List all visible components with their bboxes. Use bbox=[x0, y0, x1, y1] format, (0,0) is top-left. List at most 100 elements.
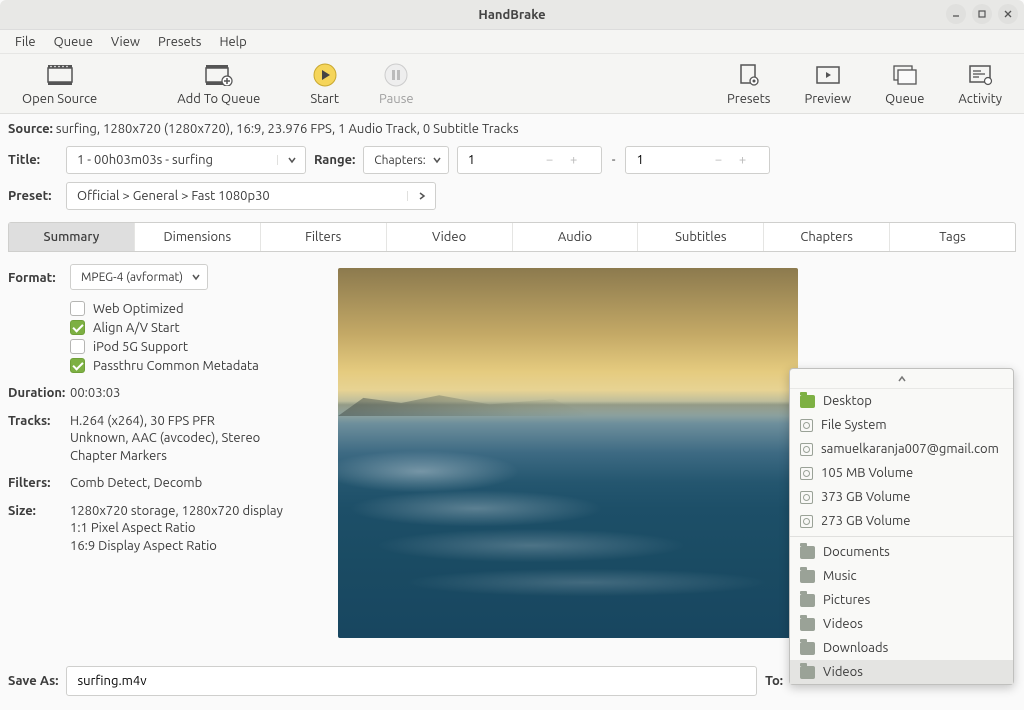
folder-icon bbox=[800, 546, 815, 559]
presets-button[interactable]: Presets bbox=[717, 59, 780, 108]
range-dash: - bbox=[610, 153, 618, 167]
tracks-value: H.264 (x264), 30 FPS PFR Unknown, AAC (a… bbox=[70, 413, 318, 466]
menu-file[interactable]: File bbox=[6, 32, 45, 52]
preset-row: Preset: Official > General > Fast 1080p3… bbox=[0, 178, 1024, 214]
minus-button[interactable]: − bbox=[538, 147, 562, 173]
menu-help[interactable]: Help bbox=[210, 32, 255, 52]
folder-icon bbox=[800, 395, 815, 408]
popup-item[interactable]: 273 GB Volume bbox=[790, 509, 1013, 533]
ipod-checkbox[interactable] bbox=[70, 339, 85, 354]
plus-button[interactable]: + bbox=[562, 147, 586, 173]
menu-view[interactable]: View bbox=[102, 32, 149, 52]
activity-icon bbox=[966, 61, 994, 89]
menu-queue[interactable]: Queue bbox=[45, 32, 102, 52]
document-gear-icon bbox=[735, 61, 763, 89]
range-from-spinner[interactable]: −+ bbox=[457, 146, 602, 174]
add-to-queue-button[interactable]: Add To Queue bbox=[167, 59, 270, 108]
plus-button[interactable]: + bbox=[730, 147, 754, 173]
popup-item-label: 373 GB Volume bbox=[821, 490, 910, 504]
close-button[interactable] bbox=[998, 4, 1018, 24]
title-row: Title: 1 - 00h03m03s - surfing Range: Ch… bbox=[0, 142, 1024, 178]
tab-tags[interactable]: Tags bbox=[890, 223, 1015, 251]
tab-chapters[interactable]: Chapters bbox=[764, 223, 890, 251]
window-title: HandBrake bbox=[478, 8, 545, 22]
format-select[interactable]: MPEG-4 (avformat) bbox=[70, 264, 208, 290]
title-label: Title: bbox=[8, 153, 58, 167]
disk-icon bbox=[800, 515, 813, 528]
popup-item-label: File System bbox=[821, 418, 887, 432]
passthru-label: Passthru Common Metadata bbox=[93, 359, 259, 373]
preview-button[interactable]: Preview bbox=[794, 59, 861, 108]
folder-icon bbox=[800, 642, 815, 655]
title-value: 1 - 00h03m03s - surfing bbox=[67, 153, 277, 167]
title-combo[interactable]: 1 - 00h03m03s - surfing bbox=[66, 146, 306, 174]
tab-video[interactable]: Video bbox=[387, 223, 513, 251]
tab-audio[interactable]: Audio bbox=[513, 223, 639, 251]
preset-label: Preset: bbox=[8, 189, 58, 203]
tab-summary[interactable]: Summary bbox=[9, 223, 135, 251]
range-from-input[interactable] bbox=[458, 153, 538, 167]
popup-item[interactable]: Documents bbox=[790, 540, 1013, 564]
destination-popup: Desktop File System samuelkaranja007@gmail… bbox=[789, 368, 1014, 685]
disk-icon bbox=[800, 419, 813, 432]
format-label: Format: bbox=[8, 269, 70, 285]
tab-filters[interactable]: Filters bbox=[261, 223, 387, 251]
chevron-down-icon bbox=[277, 155, 305, 165]
range-type-select[interactable]: Chapters: bbox=[363, 146, 448, 174]
preset-combo[interactable]: Official > General > Fast 1080p30 bbox=[66, 182, 436, 210]
range-label: Range: bbox=[314, 153, 355, 167]
popup-item-label: Music bbox=[823, 569, 857, 583]
popup-collapse-button[interactable] bbox=[790, 369, 1013, 389]
folder-icon bbox=[800, 618, 815, 631]
align-av-checkbox[interactable] bbox=[70, 320, 85, 335]
pause-button[interactable]: Pause bbox=[369, 59, 424, 108]
filters-info-value: Comb Detect, Decomb bbox=[70, 475, 318, 493]
popup-item[interactable]: 105 MB Volume bbox=[790, 461, 1013, 485]
source-label: Source: bbox=[8, 122, 53, 136]
tracks-label: Tracks: bbox=[8, 413, 70, 466]
maximize-button[interactable] bbox=[972, 4, 992, 24]
popup-item[interactable]: Downloads bbox=[790, 636, 1013, 660]
start-button[interactable]: Start bbox=[300, 59, 349, 108]
size-label: Size: bbox=[8, 503, 70, 556]
tab-subtitles[interactable]: Subtitles bbox=[638, 223, 764, 251]
tabstrip: Summary Dimensions Filters Video Audio S… bbox=[8, 222, 1016, 252]
film-icon bbox=[46, 61, 74, 89]
range-to-spinner[interactable]: −+ bbox=[625, 146, 770, 174]
popup-item[interactable]: Pictures bbox=[790, 588, 1013, 612]
folder-icon bbox=[800, 570, 815, 583]
duration-label: Duration: bbox=[8, 385, 70, 403]
popup-item[interactable]: Videos bbox=[790, 660, 1013, 684]
chevron-down-icon bbox=[432, 155, 442, 165]
save-as-label: Save As: bbox=[8, 674, 58, 688]
save-as-input[interactable] bbox=[66, 666, 757, 696]
queue-icon bbox=[891, 61, 919, 89]
popup-item[interactable]: Videos bbox=[790, 612, 1013, 636]
minus-button[interactable]: − bbox=[706, 147, 730, 173]
disk-icon bbox=[800, 491, 813, 504]
menu-presets[interactable]: Presets bbox=[149, 32, 210, 52]
chevron-down-icon bbox=[191, 272, 201, 282]
align-av-row: Align A/V Start bbox=[8, 318, 318, 337]
range-to-input[interactable] bbox=[626, 153, 706, 167]
popup-item[interactable]: Desktop bbox=[790, 389, 1013, 413]
web-optimized-checkbox[interactable] bbox=[70, 301, 85, 316]
tab-dimensions[interactable]: Dimensions bbox=[135, 223, 261, 251]
start-label: Start bbox=[310, 92, 339, 106]
folder-icon bbox=[800, 594, 815, 607]
popup-item[interactable]: Music bbox=[790, 564, 1013, 588]
queue-button[interactable]: Queue bbox=[875, 59, 934, 108]
passthru-checkbox[interactable] bbox=[70, 358, 85, 373]
popup-item-label: 105 MB Volume bbox=[821, 466, 913, 480]
popup-item[interactable]: samuelkaranja007@gmail.com bbox=[790, 437, 1013, 461]
web-optimized-label: Web Optimized bbox=[93, 302, 184, 316]
popup-item[interactable]: File System bbox=[790, 413, 1013, 437]
popup-item-label: Pictures bbox=[823, 593, 870, 607]
source-value: surfing, 1280x720 (1280x720), 16:9, 23.9… bbox=[56, 122, 519, 136]
to-label: To: bbox=[765, 674, 783, 688]
minimize-button[interactable] bbox=[946, 4, 966, 24]
open-source-button[interactable]: Open Source bbox=[12, 59, 107, 108]
queue-label: Queue bbox=[885, 92, 924, 106]
popup-item[interactable]: 373 GB Volume bbox=[790, 485, 1013, 509]
activity-button[interactable]: Activity bbox=[948, 59, 1012, 108]
